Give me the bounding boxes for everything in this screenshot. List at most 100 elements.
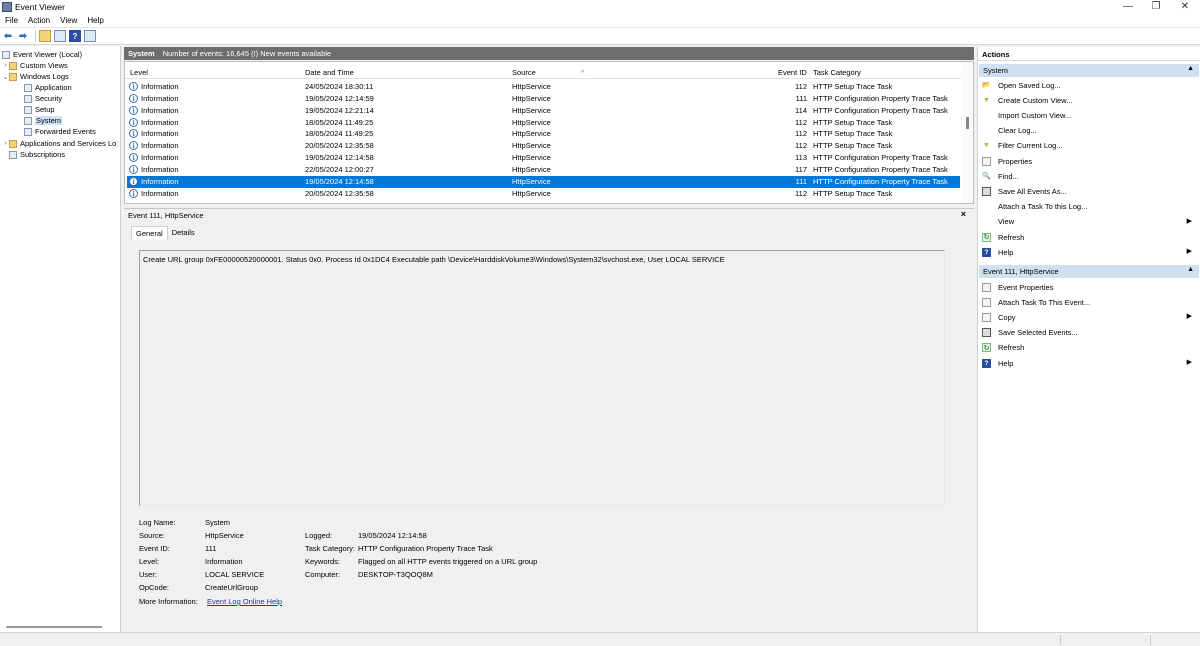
actions-section-event[interactable]: Event 111, HttpService ▲ <box>979 265 1199 278</box>
table-row[interactable]: i Information 19/05/2024 12:14:58 HttpServi… <box>127 175 960 188</box>
action-event-properties[interactable]: Event Properties <box>982 281 1196 293</box>
table-row[interactable]: i Information 19/05/2024 12:14:58 HttpServi… <box>127 152 960 164</box>
help-icon[interactable]: ? <box>69 30 81 42</box>
close-detail-icon[interactable]: × <box>961 209 966 219</box>
collapse-up-icon[interactable]: ▲ <box>1187 266 1194 273</box>
tree-custom-views[interactable]: › Custom Views <box>2 60 67 71</box>
action-save-all-events-as[interactable]: Save All Events As... <box>982 185 1196 197</box>
event-log-online-help-link[interactable]: Event Log Online Help <box>207 597 282 606</box>
action-properties[interactable]: Properties <box>982 155 1196 167</box>
chevron-down-icon[interactable]: ⌄ <box>2 73 9 81</box>
cell-date-time: 22/05/2024 12:00:27 <box>305 164 374 174</box>
tree-log-forwarded-events[interactable]: Forwarded Events <box>24 126 96 137</box>
document-icon <box>982 156 991 166</box>
tree-windows-logs[interactable]: ⌄ Windows Logs <box>2 71 69 82</box>
binoculars-icon: 🔍 <box>982 173 991 181</box>
cell-date-time: 18/05/2024 11:49:25 <box>305 117 374 127</box>
log-icon <box>24 94 32 103</box>
information-icon: i <box>129 164 138 174</box>
show-hide-action-pane-icon[interactable] <box>84 30 96 42</box>
collapse-up-icon[interactable]: ▲ <box>1187 65 1194 72</box>
table-row[interactable]: i Information 18/05/2024 11:49:25 HttpServi… <box>127 117 960 129</box>
tree-log-label: System <box>35 116 63 125</box>
action-attach-task-to-log[interactable]: Attach a Task To this Log... <box>982 201 1196 213</box>
tree-apps-services[interactable]: › Applications and Services Lo <box>2 138 116 149</box>
action-label: Open Saved Log... <box>998 80 1061 90</box>
up-folder-icon[interactable] <box>39 30 51 42</box>
cell-level: Information <box>141 82 179 91</box>
information-icon: i <box>129 188 138 198</box>
table-row[interactable]: i Information 18/05/2024 11:49:25 HttpServi… <box>127 128 960 140</box>
action-clear-log[interactable]: Clear Log... <box>982 125 1196 137</box>
action-refresh[interactable]: ↻ Refresh <box>982 342 1196 354</box>
column-date-time[interactable]: Date and Time <box>305 68 354 77</box>
action-label: Help <box>998 358 1014 368</box>
subscriptions-icon <box>9 150 17 159</box>
actions-section-system[interactable]: System ▲ <box>979 64 1199 77</box>
close-button[interactable]: ✕ <box>1170 0 1200 14</box>
cell-event-id: 112 <box>795 188 807 198</box>
information-icon: i <box>129 129 138 139</box>
menu-file[interactable]: File <box>0 16 23 25</box>
chevron-right-icon[interactable]: › <box>2 62 9 69</box>
tab-general[interactable]: General <box>131 226 168 240</box>
tree-root[interactable]: Event Viewer (Local) <box>2 49 82 60</box>
action-create-custom-view[interactable]: ▼ Create Custom View... <box>982 94 1196 106</box>
action-save-selected-events[interactable]: Save Selected Events... <box>982 327 1196 339</box>
tab-details[interactable]: Details <box>168 226 199 240</box>
menu-action[interactable]: Action <box>23 16 55 25</box>
label-event-id: Event ID: <box>139 544 170 553</box>
vertical-scrollbar[interactable] <box>961 62 973 203</box>
show-hide-tree-icon[interactable] <box>54 30 66 42</box>
action-find[interactable]: 🔍 Find... <box>982 170 1196 182</box>
scrollbar-thumb[interactable] <box>966 117 969 129</box>
column-level[interactable]: Level <box>130 68 148 77</box>
tree-log-application[interactable]: Application <box>24 82 72 93</box>
table-row[interactable]: i Information 22/05/2024 12:00:27 HttpServi… <box>127 164 960 176</box>
maximize-button[interactable]: ❐ <box>1141 0 1171 14</box>
action-label: Create Custom View... <box>998 95 1073 105</box>
action-label: Save Selected Events... <box>998 328 1078 338</box>
tree-log-security[interactable]: Security <box>24 93 62 104</box>
table-row[interactable]: i Information 19/05/2024 12:21:14 HttpServi… <box>127 105 960 117</box>
chevron-right-icon[interactable]: › <box>2 140 9 147</box>
column-task-category[interactable]: Task Category <box>813 68 861 77</box>
column-source[interactable]: Source <box>512 68 536 77</box>
tree-log-system[interactable]: System <box>24 115 63 126</box>
information-icon: i <box>129 176 138 186</box>
table-row[interactable]: i Information 24/05/2024 18:30:11 HttpServi… <box>127 81 960 93</box>
refresh-icon: ↻ <box>982 343 991 353</box>
label-logged: Logged: <box>305 531 333 540</box>
tree-apps-services-label: Applications and Services Lo <box>20 139 117 148</box>
menu-help[interactable]: Help <box>82 16 108 25</box>
save-disk-icon <box>982 328 991 338</box>
action-copy[interactable]: Copy ▶ <box>982 311 1196 323</box>
help-icon: ? <box>982 247 991 257</box>
action-help[interactable]: ? Help ▶ <box>982 246 1196 258</box>
table-row[interactable]: i Information 20/05/2024 12:35:58 HttpServi… <box>127 140 960 152</box>
action-attach-task-to-event[interactable]: Attach Task To This Event... <box>982 296 1196 308</box>
folder-icon <box>9 61 17 70</box>
event-description-box[interactable]: Create URL group 0xFE00000520000001. Sta… <box>139 250 945 506</box>
forward-arrow-icon[interactable]: ➡ <box>17 30 29 42</box>
column-event-id[interactable]: Event ID <box>778 68 807 77</box>
horizontal-scrollbar[interactable] <box>6 626 102 628</box>
action-help[interactable]: ? Help ▶ <box>982 357 1196 369</box>
table-row[interactable]: i Information 19/05/2024 12:14:59 HttpServi… <box>127 93 960 105</box>
action-filter-current-log[interactable]: ▼ Filter Current Log... <box>982 140 1196 152</box>
cell-date-time: 18/05/2024 11:49:25 <box>305 129 374 139</box>
tree-subscriptions[interactable]: Subscriptions <box>9 149 65 160</box>
action-label: View <box>998 217 1015 227</box>
action-open-saved-log[interactable]: 📂 Open Saved Log... <box>982 79 1196 91</box>
minimize-button[interactable]: — <box>1113 0 1143 14</box>
action-label: Find... <box>998 171 1019 181</box>
tree-log-setup[interactable]: Setup <box>24 104 55 115</box>
cell-date-time: 19/05/2024 12:14:58 <box>305 153 374 163</box>
table-row[interactable]: i Information 20/05/2024 12:35:58 HttpServi… <box>127 188 960 200</box>
action-refresh[interactable]: ↻ Refresh <box>982 231 1196 243</box>
tree-log-label: Application <box>35 83 72 92</box>
action-import-custom-view[interactable]: Import Custom View... <box>982 109 1196 121</box>
action-view[interactable]: View ▶ <box>982 216 1196 228</box>
menu-view[interactable]: View <box>55 16 82 25</box>
back-arrow-icon[interactable]: ⬅ <box>2 30 14 42</box>
